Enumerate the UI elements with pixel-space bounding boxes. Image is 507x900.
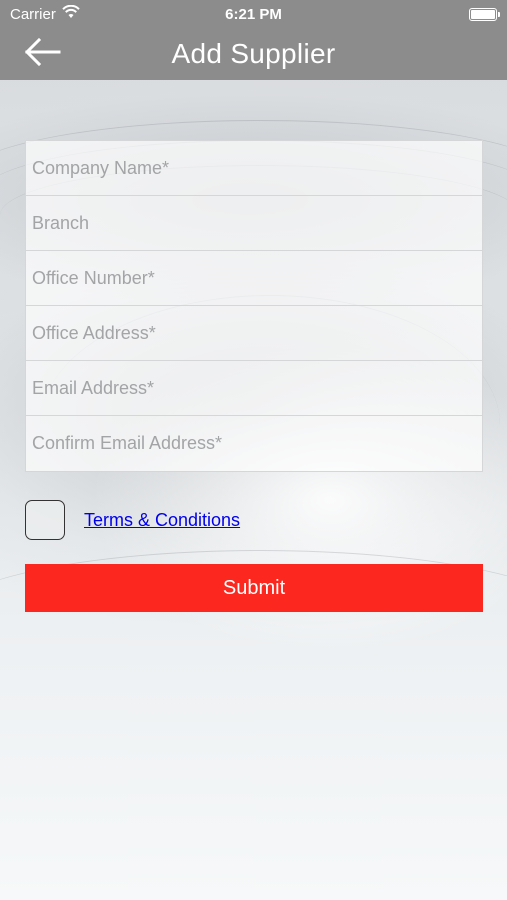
company-name-input[interactable] bbox=[26, 141, 482, 196]
office-number-input[interactable] bbox=[26, 251, 482, 306]
supplier-form bbox=[25, 140, 483, 472]
back-button[interactable] bbox=[20, 34, 64, 74]
status-bar: Carrier 6:21 PM bbox=[0, 0, 507, 28]
confirm-email-address-input[interactable] bbox=[26, 416, 482, 471]
submit-button[interactable]: Submit bbox=[25, 564, 483, 612]
navigation-bar: Add Supplier bbox=[0, 28, 507, 80]
battery-icon bbox=[469, 7, 500, 21]
terms-row: Terms & Conditions bbox=[25, 500, 240, 540]
email-address-input[interactable] bbox=[26, 361, 482, 416]
terms-checkbox[interactable] bbox=[25, 500, 65, 540]
branch-input[interactable] bbox=[26, 196, 482, 251]
office-address-input[interactable] bbox=[26, 306, 482, 361]
status-time: 6:21 PM bbox=[225, 5, 282, 23]
arrow-left-icon bbox=[23, 37, 61, 72]
page-title: Add Supplier bbox=[171, 38, 336, 69]
terms-conditions-link[interactable]: Terms & Conditions bbox=[84, 510, 240, 531]
